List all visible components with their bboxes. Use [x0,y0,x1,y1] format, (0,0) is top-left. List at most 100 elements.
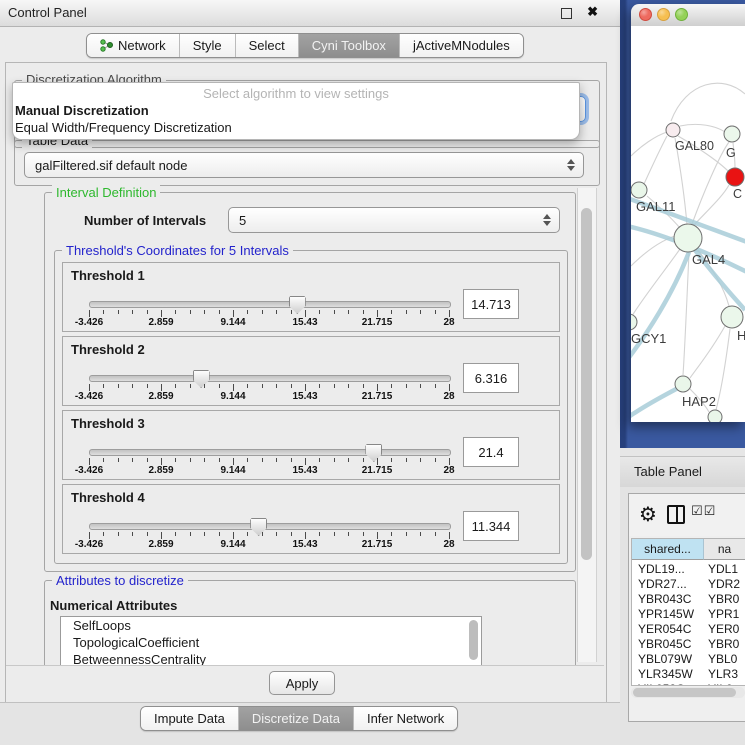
table-cell[interactable]: YER0 [708,622,739,636]
tab-style[interactable]: Style [179,34,235,57]
table-cell[interactable]: YBR0 [708,592,739,606]
threshold-label: Threshold 3 [71,416,145,431]
checkbox-icons[interactable]: ☑☑ [691,504,716,519]
tab-label: Discretize Data [252,711,340,726]
number-of-intervals-value: 5 [239,213,246,228]
network-node[interactable] [721,306,743,328]
network-node[interactable] [726,168,744,186]
network-node[interactable] [666,123,680,137]
table-cell[interactable]: YBR045C [638,637,691,651]
combo-arrows-icon [567,159,575,171]
table-cell[interactable]: YLR3 [708,667,738,681]
network-node[interactable] [674,224,702,252]
table-cell[interactable]: YBR043C [638,592,691,606]
tab-select[interactable]: Select [235,34,298,57]
table-cell[interactable]: YIL0 [708,682,733,686]
network-node[interactable] [631,314,637,330]
table-cell[interactable]: YBR0 [708,637,739,651]
table-hscrollbar[interactable] [631,687,745,698]
list-item-selfloops[interactable]: SelfLoops [61,617,481,634]
table-cell[interactable]: YER054C [638,622,691,636]
minimize-traffic-light-icon[interactable] [657,8,670,21]
table-cell[interactable]: YIL052C [638,682,685,686]
network-edge [692,142,729,224]
threshold-value-field[interactable]: 21.4 [463,437,519,467]
top-tab-bar: Network Style SelectCyni ToolboxjActiveMNo… [86,33,524,58]
tab-label: Network [118,38,166,53]
gear-icon[interactable]: ⚙ [639,502,657,526]
slider-track[interactable] [89,523,451,530]
threshold-panel-2: Threshold 2-3.4262.8599.14415.4321.71528… [62,336,560,406]
network-edge [683,253,689,375]
table-panel-body: ⚙ ☑☑ shared...na YDL19... YDL1 YDR27... YDR… [620,487,745,745]
network-window: GAL80GCGAL11GAL4GCY1HHAP2 [631,4,745,422]
network-icon [100,39,113,52]
tab-label: Infer Network [367,711,444,726]
network-node[interactable] [675,376,691,392]
split-columns-icon[interactable] [667,505,685,524]
network-node[interactable] [708,410,722,422]
close-traffic-light-icon[interactable] [639,8,652,21]
close-icon[interactable]: ✖ [587,4,598,20]
numerical-attributes-list[interactable]: SelfLoopsTopologicalCoefficientBetweenne… [60,616,482,667]
table-cell[interactable]: YDL1 [708,562,738,576]
threshold-label: Threshold 2 [71,342,145,357]
network-graph: GAL80GCGAL11GAL4GCY1HHAP2 [631,26,745,422]
threshold-label: Threshold 4 [71,490,145,505]
slider-track[interactable] [89,375,451,382]
threshold-value-field[interactable]: 11.344 [463,511,519,541]
slider-tick-labels: -3.4262.8599.14415.4321.71528 [89,465,449,477]
threshold-value-field[interactable]: 6.316 [463,363,519,393]
network-edge [716,329,730,410]
list-item-topologicalcoefficient[interactable]: TopologicalCoefficient [61,634,481,651]
tab-label: Impute Data [154,711,225,726]
tab-discretize-data[interactable]: Discretize Data [238,707,353,730]
tab-infer-network[interactable]: Infer Network [353,707,457,730]
combo-arrows-icon [543,214,551,226]
threshold-panel-4: Threshold 4-3.4262.8599.14415.4321.71528… [62,484,560,554]
float-panel-icon[interactable] [561,8,572,19]
table-cell[interactable]: YBL0 [708,652,737,666]
table-hscrollbar-thumb[interactable] [633,688,736,697]
attributes-group-label: Attributes to discretize [52,573,188,588]
table-cell[interactable]: YDL19... [638,562,685,576]
threshold-label: Threshold 1 [71,268,145,283]
node-label-c: C [733,187,742,201]
table-cell[interactable]: YBL079W [638,652,692,666]
thresholds-group-label: Threshold's Coordinates for 5 Intervals [62,243,293,258]
table-cell[interactable]: YDR2 [708,577,740,591]
tab-jactivemnodules[interactable]: jActiveMNodules [399,34,523,57]
tab-cyni-toolbox[interactable]: Cyni Toolbox [298,34,399,57]
network-node[interactable] [631,182,647,198]
slider-track[interactable] [89,449,451,456]
table-data-combo[interactable]: galFiltered.sif default node [24,152,584,178]
threshold-panel-1: Threshold 1-3.4262.8599.14415.4321.71528… [62,262,560,332]
table-cell[interactable]: YPR145W [638,607,694,621]
tab-impute-data[interactable]: Impute Data [141,707,238,730]
network-canvas[interactable]: GAL80GCGAL11GAL4GCY1HHAP2 [631,26,745,422]
dropdown-item-equal-width-frequency-discretization[interactable]: Equal Width/Frequency Discretization [13,119,579,136]
tab-label: Style [193,38,222,53]
table-cell[interactable]: YDR27... [638,577,687,591]
table-cell[interactable]: YPR1 [708,607,739,621]
algorithm-dropdown-popup: Select algorithm to view settings Manual… [12,82,580,140]
apply-button[interactable]: Apply [269,671,335,695]
panel-scrollbar-track[interactable] [577,188,597,662]
dropdown-item-manual-discretization[interactable]: Manual Discretization [13,102,579,119]
column-header-shared-[interactable]: shared... [632,539,704,560]
slider-track[interactable] [89,301,451,308]
list-scrollbar[interactable] [469,620,478,660]
network-window-titlebar [631,4,745,27]
threshold-value-field[interactable]: 14.713 [463,289,519,319]
number-of-intervals-combo[interactable]: 5 [228,207,560,233]
panel-scrollbar-thumb[interactable] [581,208,592,560]
node-table[interactable]: shared...na YDL19...YDL1YDR27...YDR2YBR0… [631,538,745,686]
table-cell[interactable]: YLR345W [638,667,693,681]
column-header-na[interactable]: na [704,539,745,560]
network-node[interactable] [724,126,740,142]
zoom-traffic-light-icon[interactable] [675,8,688,21]
panel-separator [620,448,745,456]
tab-network[interactable]: Network [87,34,179,57]
table-panel-titlebar: Table Panel [620,456,745,488]
node-label-gcy1: GCY1 [631,331,666,346]
